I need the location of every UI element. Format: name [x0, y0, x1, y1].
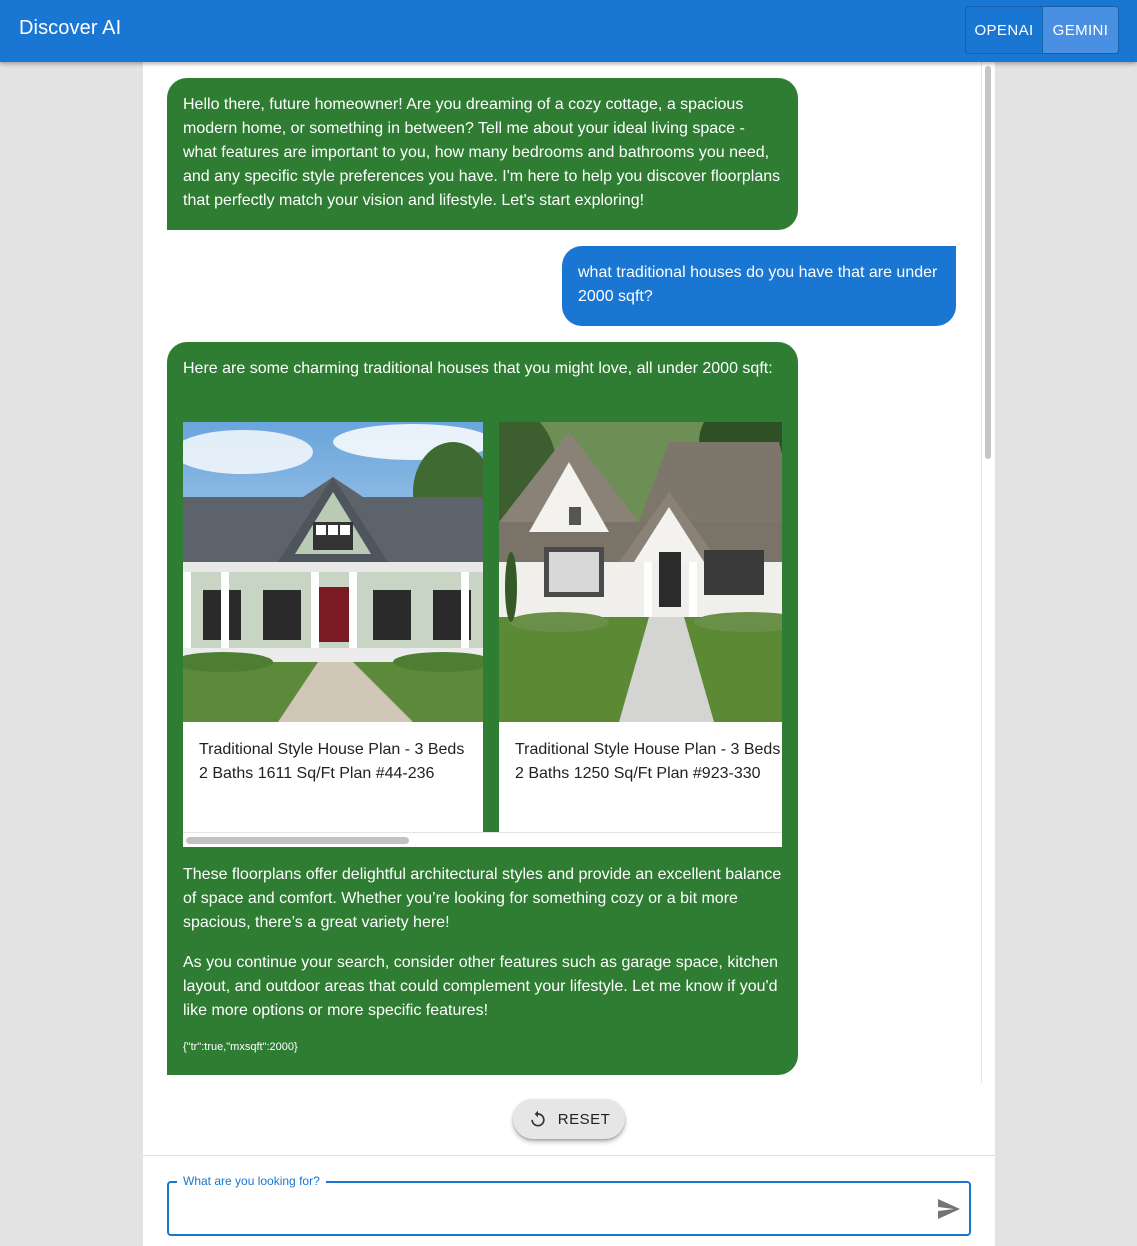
user-message: what traditional houses do you have that…	[562, 246, 956, 326]
search-label: What are you looking for?	[177, 1173, 326, 1189]
model-option-gemini[interactable]: GEMINI	[1043, 7, 1118, 53]
search-field: What are you looking for?	[167, 1173, 971, 1236]
divider	[143, 1155, 995, 1156]
carousel-scrollbar[interactable]	[183, 832, 782, 847]
app-title: Discover AI	[19, 17, 122, 39]
assistant-message: Here are some charming traditional house…	[167, 342, 798, 1075]
message-text: Hello there, future homeowner! Are you d…	[183, 96, 781, 209]
chat-scrollbar[interactable]	[981, 62, 995, 1083]
model-toggle: OPENAI GEMINI	[965, 6, 1119, 54]
carousel-scrollbar-thumb[interactable]	[186, 837, 409, 844]
house-image	[183, 422, 483, 722]
message-paragraph: These floorplans offer delightful archit…	[183, 866, 782, 931]
chat-scrollbar-thumb[interactable]	[985, 66, 991, 459]
reset-button[interactable]: RESET	[513, 1099, 625, 1139]
floorplan-carousel[interactable]: Traditional Style House Plan - 3 Beds 2 …	[183, 422, 782, 847]
assistant-message: Hello there, future homeowner! Are you d…	[167, 78, 798, 230]
reset-label: RESET	[557, 1110, 611, 1128]
app-bar: Discover AI OPENAI GEMINI	[0, 0, 1137, 62]
query-metadata: {"tr":true,"mxsqft":2000}	[183, 1041, 298, 1053]
send-icon[interactable]	[937, 1198, 961, 1220]
floorplan-card[interactable]: Traditional Style House Plan - 3 Beds 2 …	[499, 422, 782, 832]
message-intro: Here are some charming traditional house…	[183, 360, 773, 377]
floorplan-card-title[interactable]: Traditional Style House Plan - 3 Beds 2 …	[199, 738, 467, 786]
search-input[interactable]	[181, 1195, 921, 1223]
message-paragraph: As you continue your search, consider ot…	[183, 954, 779, 1019]
floorplan-card-title[interactable]: Traditional Style House Plan - 3 Beds 2 …	[515, 738, 782, 786]
house-image	[499, 422, 782, 722]
message-text: what traditional houses do you have that…	[578, 264, 938, 305]
floorplan-card[interactable]: Traditional Style House Plan - 3 Beds 2 …	[183, 422, 483, 832]
chat-history: Hello there, future homeowner! Are you d…	[143, 62, 981, 1083]
chat-panel: Hello there, future homeowner! Are you d…	[143, 62, 995, 1246]
refresh-icon	[531, 1110, 545, 1127]
model-option-openai[interactable]: OPENAI	[966, 7, 1043, 53]
